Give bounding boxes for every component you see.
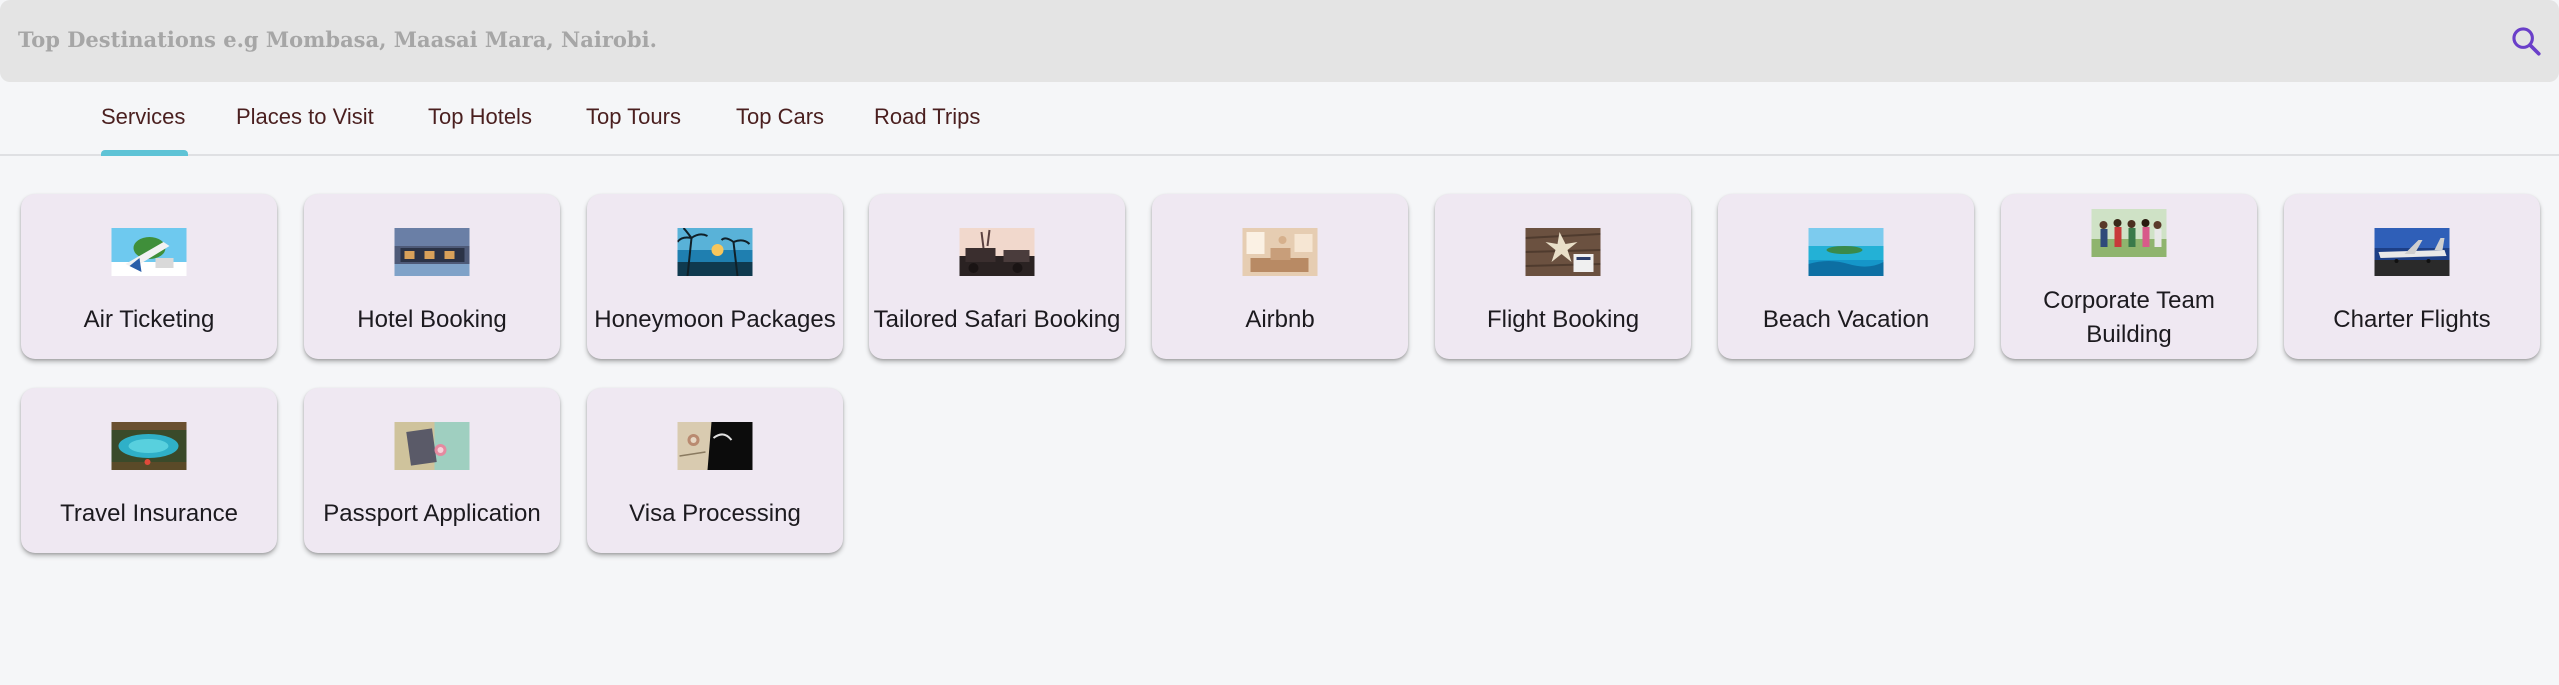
- tab-services[interactable]: Services: [101, 104, 185, 130]
- corporate-team-building-image: [2091, 209, 2167, 257]
- service-label: Visa Processing: [629, 500, 801, 527]
- charter-flights-image: [2374, 228, 2450, 276]
- service-card-travel-insurance[interactable]: Travel Insurance: [21, 388, 277, 553]
- service-label: Passport Application: [323, 500, 541, 527]
- honeymoon-packages-image: [677, 228, 753, 276]
- tab-road-trips[interactable]: Road Trips: [874, 104, 980, 130]
- tab-top-hotels[interactable]: Top Hotels: [428, 104, 532, 130]
- passport-application-image: [394, 422, 470, 470]
- travel-insurance-image: [111, 422, 187, 470]
- tailored-safari-image: [959, 228, 1035, 276]
- active-tab-indicator: [101, 150, 188, 156]
- service-label: Corporate Team Building: [2043, 287, 2215, 348]
- service-card-corporate-team-building[interactable]: Corporate Team Building: [2001, 194, 2257, 359]
- service-card-charter-flights[interactable]: Charter Flights: [2284, 194, 2540, 359]
- flight-booking-image: [1525, 228, 1601, 276]
- service-card-passport-application[interactable]: Passport Application: [304, 388, 560, 553]
- search-input[interactable]: Top Destinations e.g Mombasa, Maasai Mar…: [18, 27, 657, 52]
- service-card-hotel-booking[interactable]: Hotel Booking: [304, 194, 560, 359]
- service-card-visa-processing[interactable]: Visa Processing: [587, 388, 843, 553]
- service-label: Hotel Booking: [357, 306, 507, 333]
- beach-vacation-image: [1808, 228, 1884, 276]
- service-card-beach-vacation[interactable]: Beach Vacation: [1718, 194, 1974, 359]
- hotel-booking-image: [394, 228, 470, 276]
- tab-top-cars[interactable]: Top Cars: [736, 104, 824, 130]
- service-card-airbnb[interactable]: Airbnb: [1152, 194, 1408, 359]
- service-label: Honeymoon Packages: [594, 306, 836, 333]
- search-icon[interactable]: [2509, 24, 2543, 58]
- service-card-honeymoon-packages[interactable]: Honeymoon Packages: [587, 194, 843, 359]
- search-bar[interactable]: Top Destinations e.g Mombasa, Maasai Mar…: [0, 0, 2559, 82]
- service-card-flight-booking[interactable]: Flight Booking: [1435, 194, 1691, 359]
- service-label: Airbnb: [1245, 306, 1315, 333]
- service-card-tailored-safari-booking[interactable]: Tailored Safari Booking: [869, 194, 1125, 359]
- service-label: Beach Vacation: [1762, 306, 1930, 333]
- tab-places-to-visit[interactable]: Places to Visit: [236, 104, 374, 130]
- service-label: Flight Booking: [1486, 306, 1640, 333]
- service-label: Charter Flights: [2333, 306, 2491, 333]
- category-tabs: Services Places to Visit Top Hotels Top …: [0, 82, 2559, 156]
- airbnb-image: [1242, 228, 1318, 276]
- tab-top-tours[interactable]: Top Tours: [586, 104, 681, 130]
- service-label: Travel Insurance: [60, 500, 238, 527]
- service-card-air-ticketing[interactable]: Air Ticketing: [21, 194, 277, 359]
- service-label: Tailored Safari Booking: [873, 306, 1121, 333]
- visa-processing-image: [677, 422, 753, 470]
- air-ticketing-image: [111, 228, 187, 276]
- service-label: Air Ticketing: [83, 306, 215, 333]
